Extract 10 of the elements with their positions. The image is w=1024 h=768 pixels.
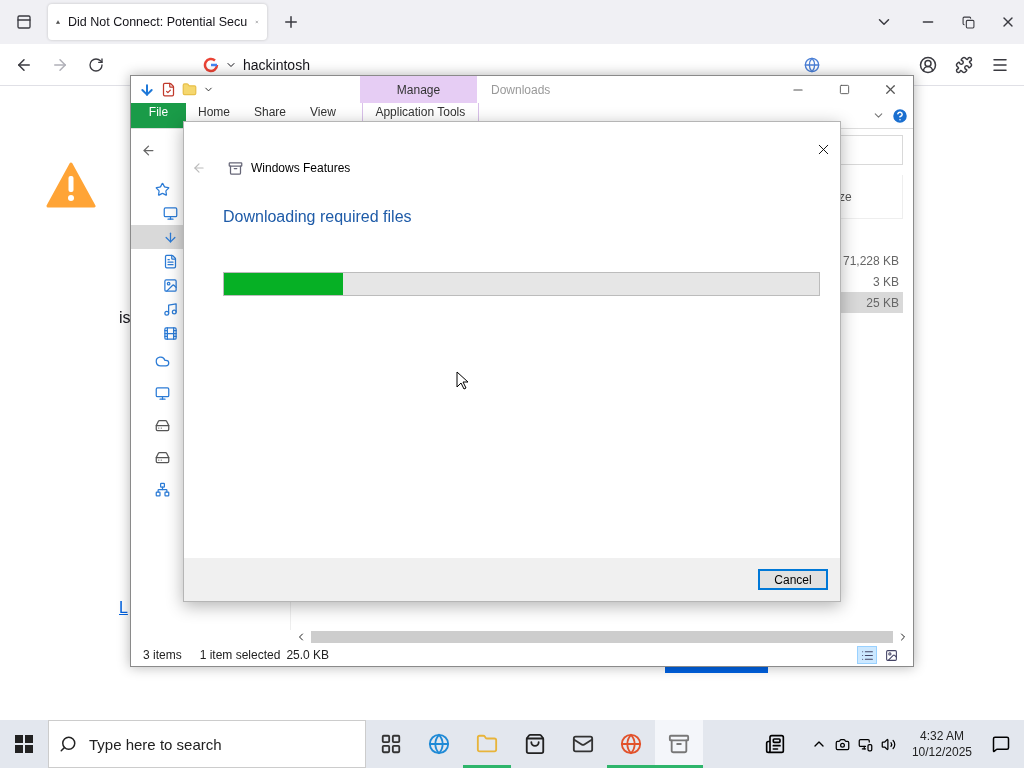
context-tab-header: Manage xyxy=(360,76,477,103)
search-placeholder: Type here to search xyxy=(89,735,222,753)
window-title: Downloads xyxy=(490,81,552,99)
page-text: is xyxy=(119,308,131,328)
status-text: 1 item selected xyxy=(199,648,281,662)
status-text: 3 items xyxy=(143,648,182,662)
dialog-title: Windows Features xyxy=(251,161,351,175)
dialog-heading: Downloading required files xyxy=(223,208,413,226)
address-text: hackintosh xyxy=(243,56,310,73)
status-text: 25.0 KB xyxy=(286,648,330,662)
